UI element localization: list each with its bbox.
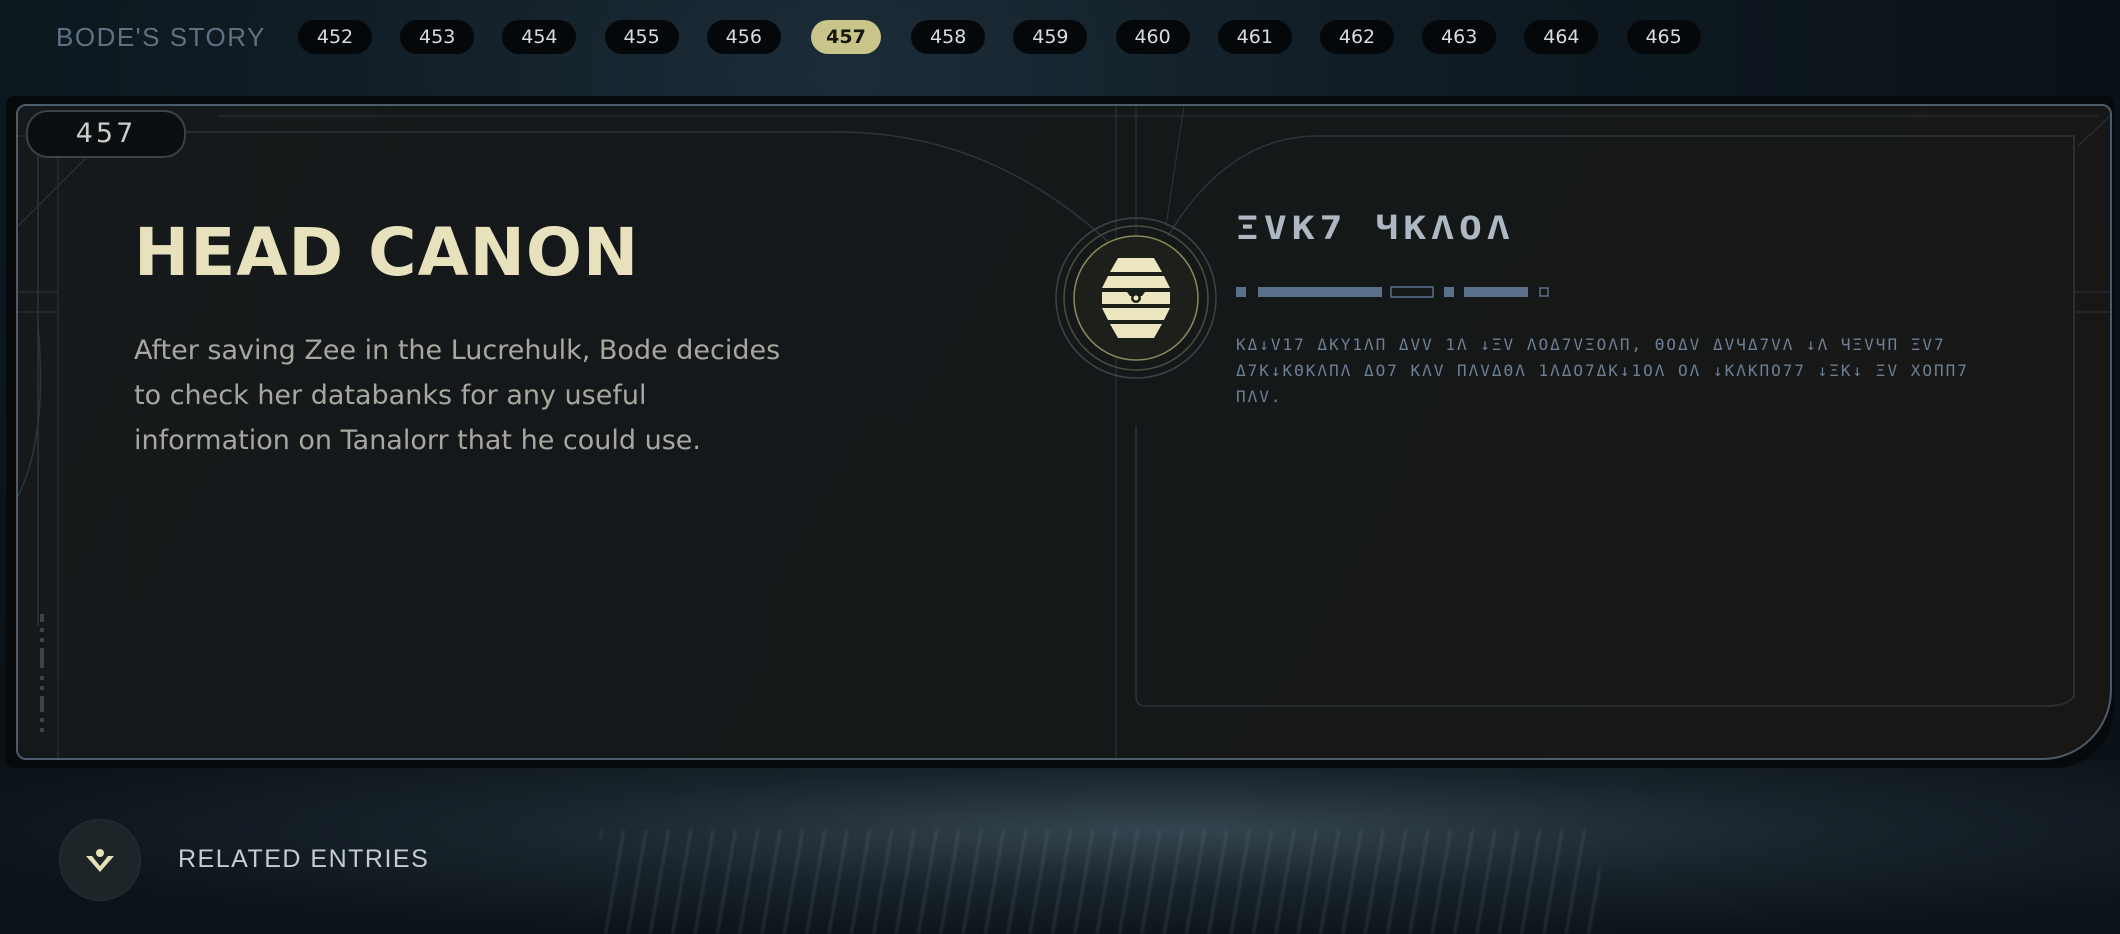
background-structure [600,830,1600,934]
emblem-icon [1055,217,1217,379]
aurebesh-body: KΔ↓V17 ΔKY1ΛΠ ΔVV 1Λ ↓ΞV ΛOΔ7VΞOΛΠ, ΘOΔV… [1236,335,1969,406]
entry-number-tab: 457 [26,110,186,158]
chapter-tab-465[interactable]: 465 [1626,20,1701,54]
chapter-tab-464[interactable]: 464 [1524,20,1599,54]
chapter-tab-463[interactable]: 463 [1422,20,1497,54]
chapter-tab-457[interactable]: 457 [811,20,881,54]
chapter-tab-459[interactable]: 459 [1013,20,1088,54]
entry-title: HEAD CANON [134,214,640,291]
chapter-tab-454[interactable]: 454 [502,20,577,54]
aurebesh-divider [1236,286,1549,298]
chapter-tab-456[interactable]: 456 [706,20,781,54]
chapter-tab-455[interactable]: 455 [604,20,679,54]
story-title: BODE'S STORY [56,22,266,52]
aurebesh-title: ΞVK7 ЧKΛOΛ [1236,209,1515,247]
related-entries-label[interactable]: RELATED ENTRIES [178,845,429,874]
chapter-tab-462[interactable]: 462 [1320,20,1394,54]
chapter-tab-461[interactable]: 461 [1217,20,1292,54]
chapter-tab-452[interactable]: 452 [298,20,372,54]
story-navigation: BODE'S STORY 452 453 454 455 456 457 458 459 460… [0,0,2120,75]
chapter-tab-460[interactable]: 460 [1115,20,1190,54]
chapter-tab-458[interactable]: 458 [911,20,986,54]
entry-description: After saving Zee in the Lucrehulk, Bode … [134,335,781,456]
chapter-tab-453[interactable]: 453 [400,20,475,54]
related-person-icon [86,849,114,872]
related-entries-button[interactable] [60,820,140,900]
